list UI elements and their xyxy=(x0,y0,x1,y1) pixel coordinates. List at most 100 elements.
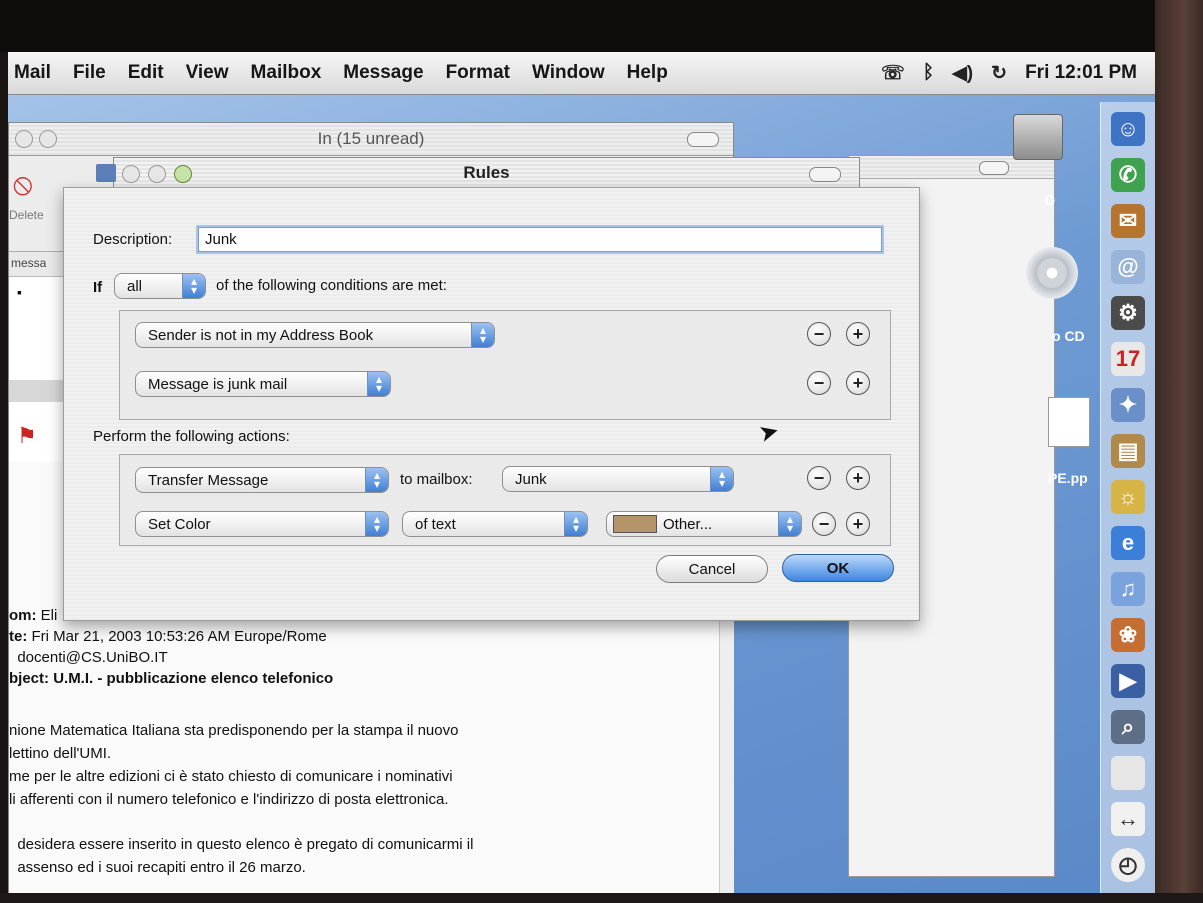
volume-icon[interactable]: ◀) xyxy=(952,62,973,85)
menu-help[interactable]: Help xyxy=(616,62,679,84)
window-toolbar-icon xyxy=(96,164,116,182)
resize-icon[interactable]: ↔ xyxy=(1111,802,1145,836)
body-line: nione Matematica Italiana sta predispone… xyxy=(9,722,459,739)
condition-popup-1[interactable]: Sender is not in my Address Book ▴ ▾ xyxy=(135,322,495,348)
clock-icon[interactable]: ◴ xyxy=(1111,848,1145,882)
ok-button[interactable]: OK xyxy=(782,554,894,582)
flag-icon: ⚑ xyxy=(17,423,37,448)
mail-window-titlebar: In (15 unread) xyxy=(9,123,733,156)
condition-popup-2-value: Message is junk mail xyxy=(148,375,288,393)
photo-frame-left xyxy=(0,0,8,903)
iphoto-icon[interactable]: ❀ xyxy=(1111,618,1145,652)
finder-icon[interactable]: ☺ xyxy=(1111,112,1145,146)
conditions-text: of the following conditions are met: xyxy=(216,277,447,294)
condition-popup-1-value: Sender is not in my Address Book xyxy=(148,326,374,344)
color-target-popup[interactable]: of text ▴ ▾ xyxy=(402,511,588,537)
rules-window-title: Rules xyxy=(463,163,510,182)
remove-condition-2-button[interactable]: − xyxy=(807,371,831,395)
match-popup[interactable]: all ▴ ▾ xyxy=(114,273,206,299)
popup-arrows-icon: ▴ ▾ xyxy=(365,468,388,492)
desktop-label-document: PE.pp xyxy=(1048,470,1088,486)
body-blank-line xyxy=(9,811,709,833)
mailbox-popup[interactable]: Junk ▴ ▾ xyxy=(502,466,734,492)
message-scrollbar[interactable] xyxy=(719,593,734,893)
menu-message[interactable]: Message xyxy=(332,62,434,84)
menu-bar: Mail File Edit View Mailbox Message Form… xyxy=(8,52,1155,95)
document-icon[interactable] xyxy=(1048,397,1090,447)
ical-icon[interactable]: 17 xyxy=(1111,342,1145,376)
color-popup-value: Other... xyxy=(663,515,713,533)
cd-icon[interactable] xyxy=(1026,247,1078,299)
body-line: li afferenti con il numero telefonico e … xyxy=(9,791,449,808)
body-line: assenso ed i suoi recapiti entro il 26 m… xyxy=(17,859,306,876)
ichat-icon[interactable]: ✆ xyxy=(1111,158,1145,192)
popup-arrows-icon: ▴ ▾ xyxy=(471,323,494,347)
column-header-message[interactable]: messa xyxy=(11,256,46,270)
mail-dock-icon[interactable]: ✉ xyxy=(1111,204,1145,238)
desktop-label-drive: D xyxy=(1045,192,1056,208)
photo-frame-right xyxy=(1155,0,1203,903)
menu-clock[interactable]: Fri 12:01 PM xyxy=(1025,62,1137,84)
sherlock-icon[interactable]: ☼ xyxy=(1111,480,1145,514)
if-label: If xyxy=(93,279,103,296)
body-line: lettino dell'UMI. xyxy=(9,745,112,762)
apple-icon[interactable] xyxy=(1111,756,1145,790)
cancel-button[interactable]: Cancel xyxy=(656,555,768,583)
color-popup[interactable]: Other... ▴ ▾ xyxy=(606,511,802,537)
conditions-group: Sender is not in my Address Book ▴ ▾ − + … xyxy=(119,310,891,420)
remove-action-2-button[interactable]: − xyxy=(812,512,836,536)
internet-explorer-icon[interactable]: e xyxy=(1111,526,1145,560)
mailbox-popup-value: Junk xyxy=(515,470,547,488)
menu-file[interactable]: File xyxy=(62,62,117,84)
menu-window[interactable]: Window xyxy=(521,62,616,84)
add-condition-1-button[interactable]: + xyxy=(846,322,870,346)
to-mailbox-label: to mailbox: xyxy=(400,471,473,488)
mail-window-title: In (15 unread) xyxy=(317,129,425,148)
match-popup-value: all xyxy=(127,277,143,295)
menu-format[interactable]: Format xyxy=(435,62,521,84)
mouse-pointer-icon: ➤ xyxy=(755,416,783,449)
keychain-icon[interactable]: ⌕ xyxy=(1111,710,1145,744)
action-popup-1-value: Transfer Message xyxy=(148,471,269,489)
menu-app-mail[interactable]: Mail xyxy=(8,62,62,84)
menu-extras: ☏ ᛒ ◀) ↻ Fri 12:01 PM xyxy=(881,62,1155,85)
toolbar-toggle-button[interactable] xyxy=(687,132,719,147)
unread-indicator-icon: ▪ xyxy=(17,284,22,300)
book-icon[interactable]: ▤ xyxy=(1111,434,1145,468)
delete-button-label[interactable]: Delete xyxy=(9,208,44,222)
delete-icon[interactable]: ⦸ xyxy=(13,168,33,202)
itunes-icon[interactable]: ♫ xyxy=(1111,572,1145,606)
body-line: desidera essere inserito in questo elenc… xyxy=(17,836,474,853)
address-book-icon[interactable]: @ xyxy=(1111,250,1145,284)
description-field[interactable]: Junk xyxy=(198,227,882,252)
phone-icon[interactable]: ☏ xyxy=(881,62,905,85)
add-action-2-button[interactable]: + xyxy=(846,512,870,536)
toolbar-toggle-button[interactable] xyxy=(979,161,1009,175)
menu-mailbox[interactable]: Mailbox xyxy=(240,62,333,84)
safari-icon[interactable]: ✦ xyxy=(1111,388,1145,422)
remove-action-1-button[interactable]: − xyxy=(807,466,831,490)
menu-edit[interactable]: Edit xyxy=(117,62,175,84)
actions-group: Transfer Message ▴ ▾ to mailbox: Junk ▴ ▾ … xyxy=(119,454,891,546)
system-preferences-icon[interactable]: ⚙ xyxy=(1111,296,1145,330)
action-popup-1[interactable]: Transfer Message ▴ ▾ xyxy=(135,467,389,493)
add-condition-2-button[interactable]: + xyxy=(846,371,870,395)
add-action-1-button[interactable]: + xyxy=(846,466,870,490)
action-popup-2-value: Set Color xyxy=(148,515,211,533)
sync-icon[interactable]: ↻ xyxy=(991,62,1007,85)
action-popup-2[interactable]: Set Color ▴ ▾ xyxy=(135,511,389,537)
menu-view[interactable]: View xyxy=(175,62,240,84)
header-to: docenti@CS.UniBO.IT xyxy=(17,649,168,666)
condition-popup-2[interactable]: Message is junk mail ▴ ▾ xyxy=(135,371,391,397)
popup-arrows-icon: ▴ ▾ xyxy=(182,274,205,298)
toolbar-toggle-button[interactable] xyxy=(809,167,841,182)
dock: ☺ ✆ ✉ @ ⚙ 17 ✦ ▤ ☼ e ♫ ❀ ▶ ⌕ ↔ ◴ xyxy=(1100,102,1155,893)
bluetooth-icon[interactable]: ᛒ xyxy=(923,62,934,84)
desktop-label-cd: o CD xyxy=(1052,328,1085,344)
remove-condition-1-button[interactable]: − xyxy=(807,322,831,346)
hard-drive-icon[interactable] xyxy=(1013,114,1063,160)
actions-label: Perform the following actions: xyxy=(93,428,290,445)
rules-window-titlebar: Rules xyxy=(96,157,860,189)
description-label: Description: xyxy=(93,231,173,248)
imovie-icon[interactable]: ▶ xyxy=(1111,664,1145,698)
